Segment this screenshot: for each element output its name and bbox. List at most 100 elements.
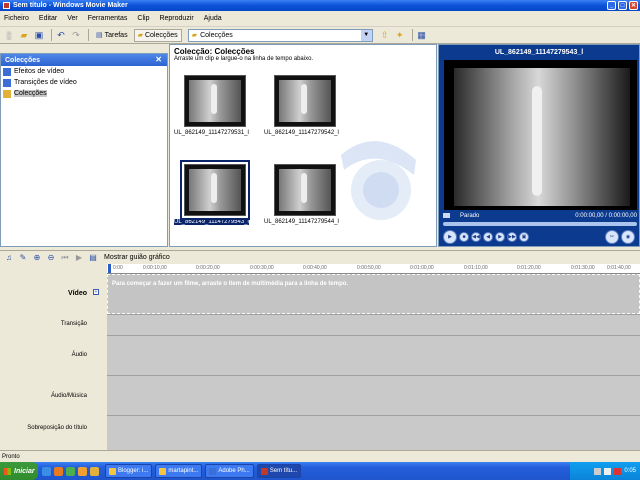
messenger-icon[interactable] [66, 466, 75, 476]
preview-screen [444, 60, 637, 210]
new-collection-icon[interactable]: ✦ [394, 29, 406, 41]
take-picture-button[interactable]: ◉ [621, 230, 635, 244]
timeline-ruler[interactable]: 0:00 0:00:10,00 0:00:20,00 0:00:30,00 0:… [107, 264, 640, 274]
tree-item-video-effects[interactable]: Efeitos de vídeo [1, 66, 167, 77]
window-title: Sem título - Windows Movie Maker [13, 2, 128, 9]
ruler-tick: 0:01:20,00 [517, 265, 541, 271]
media-player-icon[interactable] [78, 466, 87, 476]
toolbar-divider [411, 29, 413, 41]
taskbar-item-movie-maker[interactable]: Sem títu... [256, 464, 302, 478]
title-overlay-track-lane[interactable] [107, 415, 640, 450]
collection-dropdown[interactable]: ▰ Colecções ▼ [187, 28, 373, 42]
views-icon[interactable]: ▦ [416, 29, 428, 41]
close-button[interactable]: ✕ [629, 1, 638, 10]
clip-item[interactable]: UL_862149_11147279531_l [174, 75, 260, 136]
audio-track-lane[interactable] [107, 335, 640, 375]
menu-editar[interactable]: Editar [39, 15, 57, 22]
taskbar-item-folder[interactable]: martapint... [155, 464, 203, 478]
up-folder-icon[interactable]: ⇧ [379, 29, 391, 41]
track-label-video: Vídeo [67, 290, 87, 297]
track-label-transition: Transição [60, 321, 87, 327]
open-project-icon[interactable]: ▰ [18, 29, 30, 41]
menu-reproduzir[interactable]: Reproduzir [159, 15, 193, 22]
video-track-lane[interactable]: Para começar a fazer um filme, arraste o… [107, 274, 640, 314]
tasks-button[interactable]: ▤ Tarefas [92, 29, 132, 42]
seek-bar[interactable] [443, 222, 637, 226]
menu-clip[interactable]: Clip [137, 15, 149, 22]
minimize-button[interactable]: _ [607, 1, 616, 10]
ruler-tick: 0:00:50,00 [357, 265, 381, 271]
narrate-timeline-icon[interactable]: ✎ [18, 253, 28, 263]
collection-title: Colecção: Colecções [174, 47, 255, 56]
new-project-icon[interactable]: ▯ [3, 29, 15, 41]
rewind-button[interactable]: ◀ [483, 232, 493, 242]
next-frame-button[interactable]: ▶▶ [507, 232, 517, 242]
preview-status: Parado [460, 212, 480, 219]
play-state-icon [443, 213, 450, 218]
rewind-timeline-icon[interactable]: ⏮ [60, 253, 70, 263]
undo-icon[interactable]: ↶ [55, 29, 67, 41]
play-timeline-icon[interactable]: ▶ [74, 253, 84, 263]
menu-ajuda[interactable]: Ajuda [204, 15, 222, 22]
video-transitions-icon [3, 78, 11, 87]
split-clip-button[interactable]: ✂ [605, 230, 619, 244]
menu-ferramentas[interactable]: Ferramentas [88, 15, 128, 22]
preview-status-row: Parado 0:00:00,00 / 0:00:00,00 [439, 210, 640, 221]
clip-label: UL_862149_11147279544_l [264, 219, 339, 225]
start-button[interactable]: Iniciar [0, 462, 38, 480]
menu-ver[interactable]: Ver [67, 15, 78, 22]
taskbar-item-photoshop[interactable]: Adobe Ph... [205, 464, 254, 478]
firefox-icon[interactable] [54, 466, 63, 476]
tree-item-video-transitions[interactable]: Transições de vídeo [1, 77, 167, 88]
stop-button[interactable]: ■ [459, 232, 469, 242]
tasks-label: Tarefas [104, 31, 128, 39]
zoom-out-icon[interactable]: ⊖ [46, 253, 56, 263]
taskbar-item-blogger[interactable]: Blogger: i... [105, 464, 153, 478]
redo-icon[interactable]: ↷ [70, 29, 82, 41]
clip-item-selected[interactable]: UL_862149_11147279543_l [174, 160, 260, 225]
previous-frame-button[interactable]: ◀◀ [471, 232, 481, 242]
audio-music-track-lane[interactable] [107, 375, 640, 415]
clip-item[interactable]: UL_862149_11147279542_l [264, 75, 350, 136]
storyboard-icon[interactable]: ▤ [88, 253, 98, 263]
volume-icon[interactable] [604, 467, 612, 475]
clip-item[interactable]: UL_862149_11147279544_l [264, 164, 350, 225]
windows-logo-icon [4, 467, 11, 475]
ruler-tick: 0:00 [113, 265, 123, 271]
ruler-tick: 0:00:30,00 [250, 265, 274, 271]
timeline-hint: Para começar a fazer um filme, arraste o… [112, 281, 349, 287]
playhead-marker[interactable] [108, 264, 111, 273]
track-label-audio: Áudio [71, 352, 87, 358]
browser-icon[interactable] [42, 466, 51, 476]
collection-instructions: Arraste um clip e largue-o na linha de t… [174, 56, 314, 62]
main-toolbar: ▯ ▰ ▣ ↶ ↷ ▤ Tarefas ▰ Colecções ▰ Colecç… [0, 27, 640, 44]
chevron-down-icon[interactable]: ▼ [360, 29, 372, 41]
explorer-icon[interactable] [90, 466, 99, 476]
forward-button[interactable]: ▶ [495, 232, 505, 242]
show-storyboard-label[interactable]: Mostrar guião gráfico [104, 254, 170, 261]
save-project-icon[interactable]: ▣ [33, 29, 45, 41]
fullscreen-button[interactable]: ▣ [519, 232, 529, 242]
ruler-tick: 0:01:10,00 [464, 265, 488, 271]
collections-folder-icon [3, 89, 11, 98]
browser-window-icon [109, 467, 116, 475]
tree-item-collections[interactable]: Colecções [1, 88, 167, 99]
video-effects-icon [3, 67, 11, 76]
transition-track-lane[interactable] [107, 314, 640, 335]
clip-thumbnail [274, 75, 336, 127]
clip-label: UL_862149_11147279542_l [264, 130, 339, 136]
menu-ficheiro[interactable]: Ficheiro [4, 15, 29, 22]
tree-item-label: Transições de vídeo [14, 79, 77, 86]
maximize-button[interactable]: □ [618, 1, 627, 10]
security-icon[interactable] [614, 467, 622, 475]
clip-label: UL_862149_11147279543_l [174, 219, 249, 225]
set-audio-levels-icon[interactable]: ♫ [4, 253, 14, 263]
collections-button[interactable]: ▰ Colecções [133, 28, 182, 42]
play-button[interactable]: ▶ [443, 230, 457, 244]
clip-thumbnail [274, 164, 336, 216]
close-pane-icon[interactable]: ✕ [155, 55, 162, 64]
zoom-in-icon[interactable]: ⊕ [32, 253, 42, 263]
collections-label: Colecções [144, 31, 178, 39]
network-icon[interactable] [594, 467, 602, 475]
expand-video-track-icon[interactable]: + [93, 289, 99, 295]
